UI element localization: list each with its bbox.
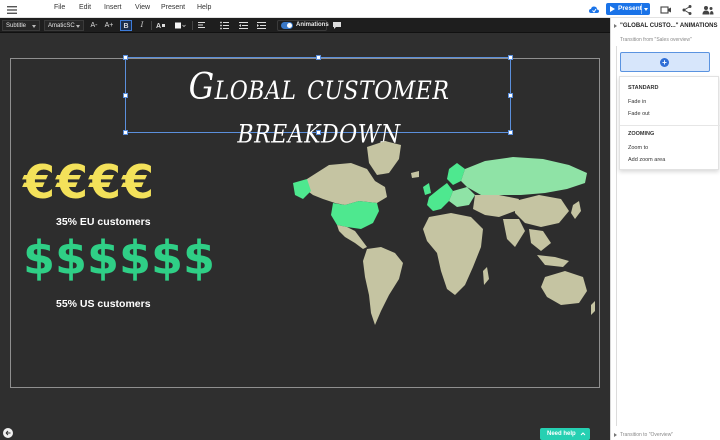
map-india [503,219,525,247]
menu-item-zoom-to[interactable]: Zoom to [628,145,648,151]
map-africa [423,213,483,295]
font-decrease-button[interactable]: A- [88,20,100,31]
slide-canvas[interactable]: Global customer breakdown €€€€ 35% EU cu… [0,33,610,440]
need-help-label: Need help [547,431,576,437]
menu-item-add-zoom-area[interactable]: Add zoom area [628,157,665,163]
title-text-box[interactable]: Global customer breakdown [123,55,513,152]
back-button[interactable] [3,428,13,438]
font-value: AmaticSC [48,23,75,29]
chevron-down-icon [76,25,80,28]
format-toolbar: Subtitle AmaticSC A- A+ B I A Animations [0,18,610,33]
transition-from-label[interactable]: Transition from "Sales overview" [620,37,692,43]
map-russia [461,157,587,195]
indent-decrease-icon[interactable] [238,20,250,31]
resize-handle-top-right[interactable] [508,55,513,60]
standard-heading: STANDARD [628,85,659,91]
collapse-panel-icon[interactable] [614,24,617,28]
chevron-down-icon [32,25,36,28]
map-china [515,195,569,227]
animation-options-menu: STANDARD Fade in Fade out ZOOMING Zoom t… [619,76,720,170]
map-australia [541,271,587,305]
italic-button[interactable]: I [136,20,148,31]
map-uk [423,183,431,195]
toolbar-divider [192,21,193,30]
chevron-down-icon[interactable] [644,8,648,11]
resize-handle-top[interactable] [316,55,321,60]
menu-help[interactable]: Help [197,4,211,11]
share-icon[interactable] [681,3,693,15]
menu-divider [620,125,720,126]
menu-view[interactable]: View [135,4,150,11]
menu-present[interactable]: Present [161,4,185,11]
map-new-zealand [591,301,595,315]
resize-handle-top-left[interactable] [123,55,128,60]
euro-symbols[interactable]: €€€€ [23,155,155,209]
animations-label: Animations [296,22,329,28]
add-animation-slot[interactable]: + [620,52,710,72]
timeline-line [616,46,617,426]
map-iceland [411,171,419,178]
slide[interactable]: Global customer breakdown €€€€ 35% EU cu… [10,55,600,388]
present-remote-icon[interactable] [660,3,672,15]
map-south-america [363,247,403,325]
animations-panel: "GLOBAL CUSTO..." ANIMATIONS Transition … [610,18,720,440]
present-button[interactable]: Present [606,3,650,15]
map-indonesia [537,255,569,267]
map-japan [571,201,581,219]
svg-text:A: A [156,23,161,30]
eu-customers-stat[interactable]: 35% EU customers [56,216,151,228]
font-increase-button[interactable]: A+ [103,20,115,31]
play-icon [610,6,615,12]
map-madagascar [483,267,489,285]
text-style-select[interactable]: Subtitle [2,20,40,31]
present-divider [641,4,642,14]
transition-arrow-icon [614,433,617,437]
map-mexico [337,225,367,249]
menu-file[interactable]: File [54,4,65,11]
font-select[interactable]: AmaticSC [44,20,84,31]
bold-button[interactable]: B [120,20,132,31]
comment-icon[interactable] [331,20,343,31]
toggle-knob [287,23,292,28]
map-usa [331,201,379,229]
map-central-asia [473,195,519,217]
menu-insert[interactable]: Insert [104,4,122,11]
align-left-icon[interactable] [197,20,209,31]
collaborators-icon[interactable] [702,3,714,15]
indent-increase-icon[interactable] [256,20,268,31]
toolbar-divider [151,21,152,30]
map-eastern-europe [449,187,475,207]
world-map[interactable] [289,139,597,335]
zooming-heading: ZOOMING [628,131,655,137]
app-menu-icon[interactable] [6,3,18,15]
transition-to-label[interactable]: Transition to "Overview" [620,432,673,438]
map-europe-west [427,183,453,211]
need-help-button[interactable]: Need help [540,428,590,440]
undo-arrow-icon [5,430,11,436]
text-color-button[interactable]: A [155,20,167,31]
animations-toggle[interactable] [281,22,293,29]
map-greenland [367,141,401,175]
help-chevron-icon [580,432,586,436]
panel-title: "GLOBAL CUSTO..." ANIMATIONS [620,23,718,29]
dollar-symbols[interactable]: $$$$$$ [23,231,215,285]
present-label: Present [618,5,642,12]
menu-item-fade-out[interactable]: Fade out [628,111,650,117]
text-style-value: Subtitle [6,23,27,29]
cloud-save-icon[interactable] [588,3,600,15]
map-se-asia [529,229,551,251]
add-animation-icon[interactable]: + [660,58,669,67]
us-customers-stat[interactable]: 55% US customers [56,298,151,310]
menu-edit[interactable]: Edit [79,4,91,11]
menu-bar: File Edit Insert View Present Help Prese… [0,0,720,18]
fill-color-button[interactable] [174,20,186,31]
menu-item-fade-in[interactable]: Fade in [628,99,646,105]
bullet-list-icon[interactable] [219,20,231,31]
